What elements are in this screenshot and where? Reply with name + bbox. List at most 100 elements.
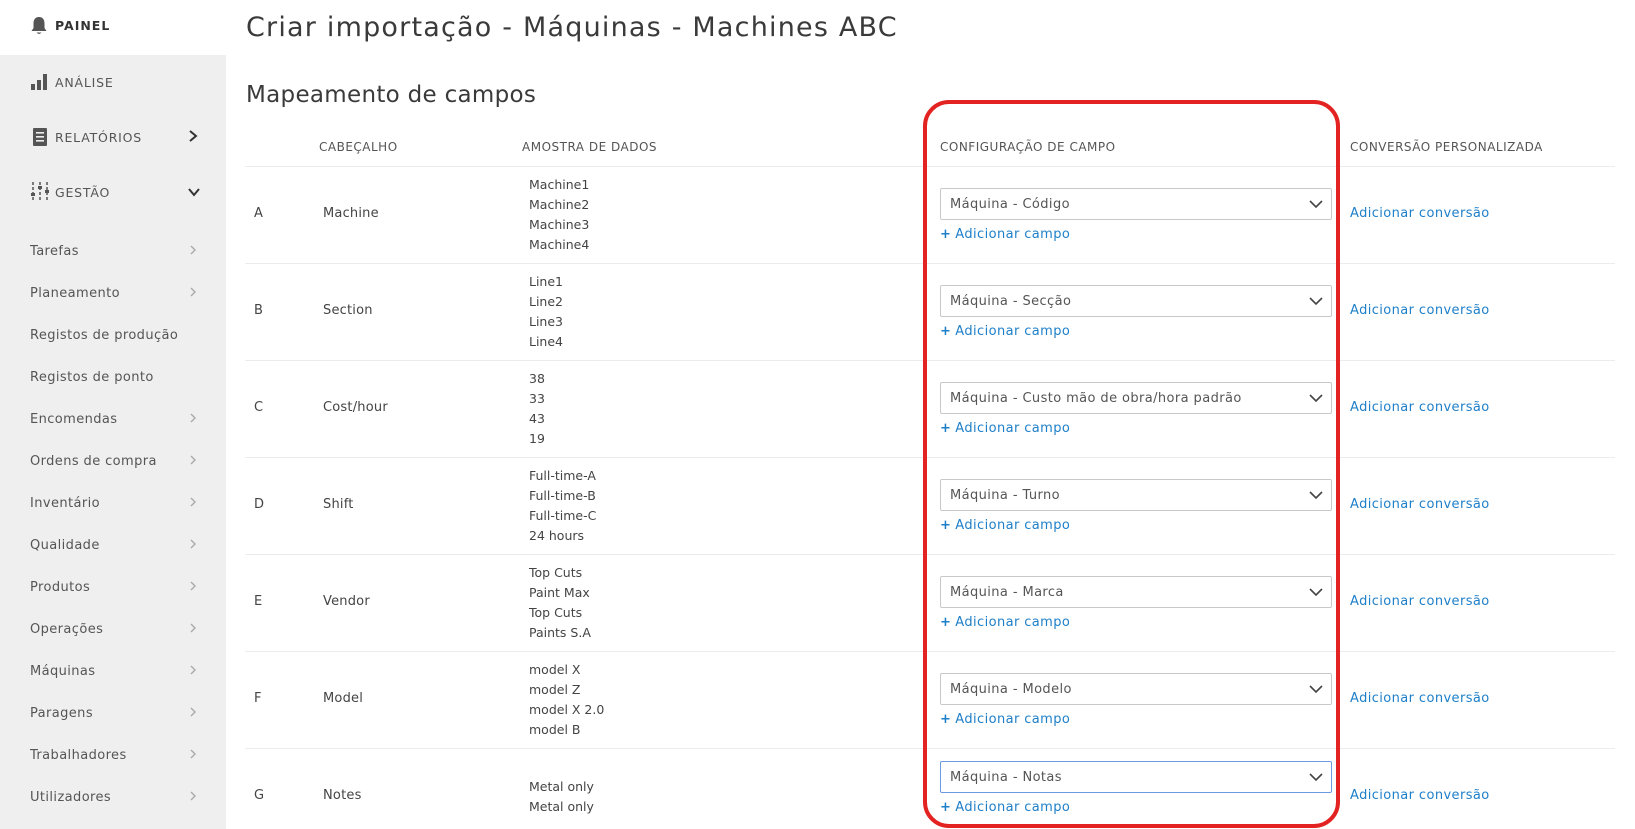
- chevron-right-icon: [189, 790, 197, 805]
- add-field-link[interactable]: + Adicionar campo: [940, 615, 1070, 630]
- sidebar-subitem[interactable]: Utilizadores: [0, 782, 226, 812]
- add-field-link[interactable]: + Adicionar campo: [940, 421, 1070, 436]
- add-field-label: Adicionar campo: [955, 615, 1071, 630]
- sidebar-subitem-label: Paragens: [30, 705, 93, 721]
- header-name: Section: [323, 302, 373, 318]
- chevron-right-icon: [189, 496, 197, 511]
- data-sample-line: Machine4: [529, 236, 590, 252]
- data-sample-line: Paint Max: [529, 584, 590, 600]
- row-divider: [245, 263, 1615, 264]
- sidebar-subitem-label: Inventário: [30, 495, 100, 511]
- chevron-right-icon: [189, 706, 197, 721]
- column-header-cabecalho: CABEÇALHO: [319, 140, 398, 154]
- sidebar-subitem-label: Máquinas: [30, 663, 96, 679]
- add-conversion-link[interactable]: Adicionar conversão: [1350, 594, 1490, 609]
- field-config-select[interactable]: Máquina - Notas: [940, 761, 1332, 793]
- field-config-select[interactable]: Máquina - Modelo: [940, 673, 1332, 705]
- column-header-amostra: AMOSTRA DE DADOS: [522, 140, 658, 154]
- sidebar-item-analise[interactable]: ANÁLISE: [0, 62, 226, 102]
- sidebar-subitem[interactable]: Qualidade: [0, 530, 226, 560]
- field-config-select[interactable]: Máquina - Marca: [940, 576, 1332, 608]
- sidebar: PAINEL ANÁLISE RELATÓRIOS GESTÃO Tarefas…: [0, 0, 226, 829]
- data-sample-line: Full-time-C: [529, 507, 597, 523]
- column-letter: A: [254, 205, 264, 221]
- add-conversion-link[interactable]: Adicionar conversão: [1350, 788, 1490, 803]
- plus-icon: +: [940, 227, 952, 242]
- header-name: Cost/hour: [323, 399, 388, 415]
- document-icon: [30, 127, 50, 147]
- add-conversion-link[interactable]: Adicionar conversão: [1350, 206, 1490, 221]
- data-sample: 38 33 43 19: [529, 369, 545, 449]
- sidebar-subitem[interactable]: Tarefas: [0, 236, 226, 266]
- chevron-right-icon: [189, 664, 197, 679]
- data-sample-line: Full-time-B: [529, 487, 596, 503]
- column-header-conversao: CONVERSÃO PERSONALIZADA: [1350, 140, 1543, 154]
- row-divider: [245, 651, 1615, 652]
- add-conversion-link[interactable]: Adicionar conversão: [1350, 691, 1490, 706]
- data-sample: Machine1 Machine2 Machine3 Machine4: [529, 175, 589, 255]
- sidebar-subitem[interactable]: Paragens: [0, 698, 226, 728]
- plus-icon: +: [940, 324, 952, 339]
- sidebar-subitem[interactable]: Registos de ponto: [0, 362, 226, 392]
- sidebar-item-label: GESTÃO: [55, 184, 111, 200]
- sidebar-subitem[interactable]: Máquinas: [0, 656, 226, 686]
- chevron-right-icon: [189, 286, 197, 301]
- field-config-select[interactable]: Máquina - Turno: [940, 479, 1332, 511]
- chevron-right-icon: [189, 748, 197, 763]
- add-field-link[interactable]: + Adicionar campo: [940, 800, 1070, 815]
- field-config-value: Máquina - Secção: [950, 293, 1072, 309]
- sidebar-subitem[interactable]: Operações: [0, 614, 226, 644]
- data-sample-line: model Z: [529, 681, 581, 697]
- field-config-value: Máquina - Turno: [950, 487, 1060, 503]
- header-name: Machine: [323, 205, 379, 221]
- plus-icon: +: [940, 615, 952, 630]
- sidebar-painel[interactable]: PAINEL: [0, 0, 226, 55]
- sidebar-subitem-label: Trabalhadores: [30, 747, 127, 763]
- bell-icon: [30, 16, 48, 40]
- column-letter: D: [254, 496, 265, 512]
- add-field-label: Adicionar campo: [955, 227, 1071, 242]
- plus-icon: +: [940, 800, 952, 815]
- column-letter: C: [254, 399, 264, 415]
- column-header-configuracao: CONFIGURAÇÃO DE CAMPO: [940, 140, 1116, 154]
- sidebar-subitem-label: Utilizadores: [30, 789, 112, 805]
- field-config-select[interactable]: Máquina - Código: [940, 188, 1332, 220]
- sidebar-subitem[interactable]: Inventário: [0, 488, 226, 518]
- sidebar-subitem-label: Encomendas: [30, 411, 118, 427]
- add-conversion-link[interactable]: Adicionar conversão: [1350, 497, 1490, 512]
- data-sample: model X model Z model X 2.0 model B: [529, 660, 604, 740]
- sidebar-item-label: ANÁLISE: [55, 74, 114, 90]
- add-field-link[interactable]: + Adicionar campo: [940, 518, 1070, 533]
- sidebar-subitem[interactable]: Encomendas: [0, 404, 226, 434]
- header-name: Model: [323, 690, 364, 706]
- data-sample: Metal only Metal only: [529, 777, 594, 817]
- data-sample: Full-time-A Full-time-B Full-time-C 24 hour…: [529, 466, 596, 546]
- add-conversion-link[interactable]: Adicionar conversão: [1350, 303, 1490, 318]
- row-divider: [245, 457, 1615, 458]
- field-config-value: Máquina - Código: [950, 196, 1070, 212]
- section-title: Mapeamento de campos: [246, 82, 537, 108]
- add-field-link[interactable]: + Adicionar campo: [940, 227, 1070, 242]
- field-config-select[interactable]: Máquina - Custo mão de obra/hora padrão: [940, 382, 1332, 414]
- page-title: Criar importação - Máquinas - Machines A…: [246, 12, 898, 43]
- header-name: Notes: [323, 787, 362, 803]
- sidebar-item-relatorios[interactable]: RELATÓRIOS: [0, 117, 226, 157]
- add-field-link[interactable]: + Adicionar campo: [940, 324, 1070, 339]
- chevron-down-icon: [1309, 683, 1323, 699]
- sidebar-item-gestao[interactable]: GESTÃO: [0, 172, 226, 212]
- sidebar-subitem[interactable]: Produtos: [0, 572, 226, 602]
- data-sample-line: 33: [529, 390, 545, 406]
- data-sample-line: 19: [529, 430, 545, 446]
- sidebar-item-label: RELATÓRIOS: [55, 129, 143, 145]
- sidebar-subitem[interactable]: Registos de produção: [0, 320, 226, 350]
- add-field-label: Adicionar campo: [955, 324, 1071, 339]
- add-field-link[interactable]: + Adicionar campo: [940, 712, 1070, 727]
- sidebar-subitem-label: Registos de produção: [30, 327, 179, 343]
- sidebar-subitem[interactable]: Ordens de compra: [0, 446, 226, 476]
- add-conversion-link[interactable]: Adicionar conversão: [1350, 400, 1490, 415]
- sidebar-subitem-label: Registos de ponto: [30, 369, 154, 385]
- field-config-select[interactable]: Máquina - Secção: [940, 285, 1332, 317]
- sliders-icon: [30, 182, 50, 202]
- sidebar-subitem[interactable]: Planeamento: [0, 278, 226, 308]
- sidebar-subitem[interactable]: Trabalhadores: [0, 740, 226, 770]
